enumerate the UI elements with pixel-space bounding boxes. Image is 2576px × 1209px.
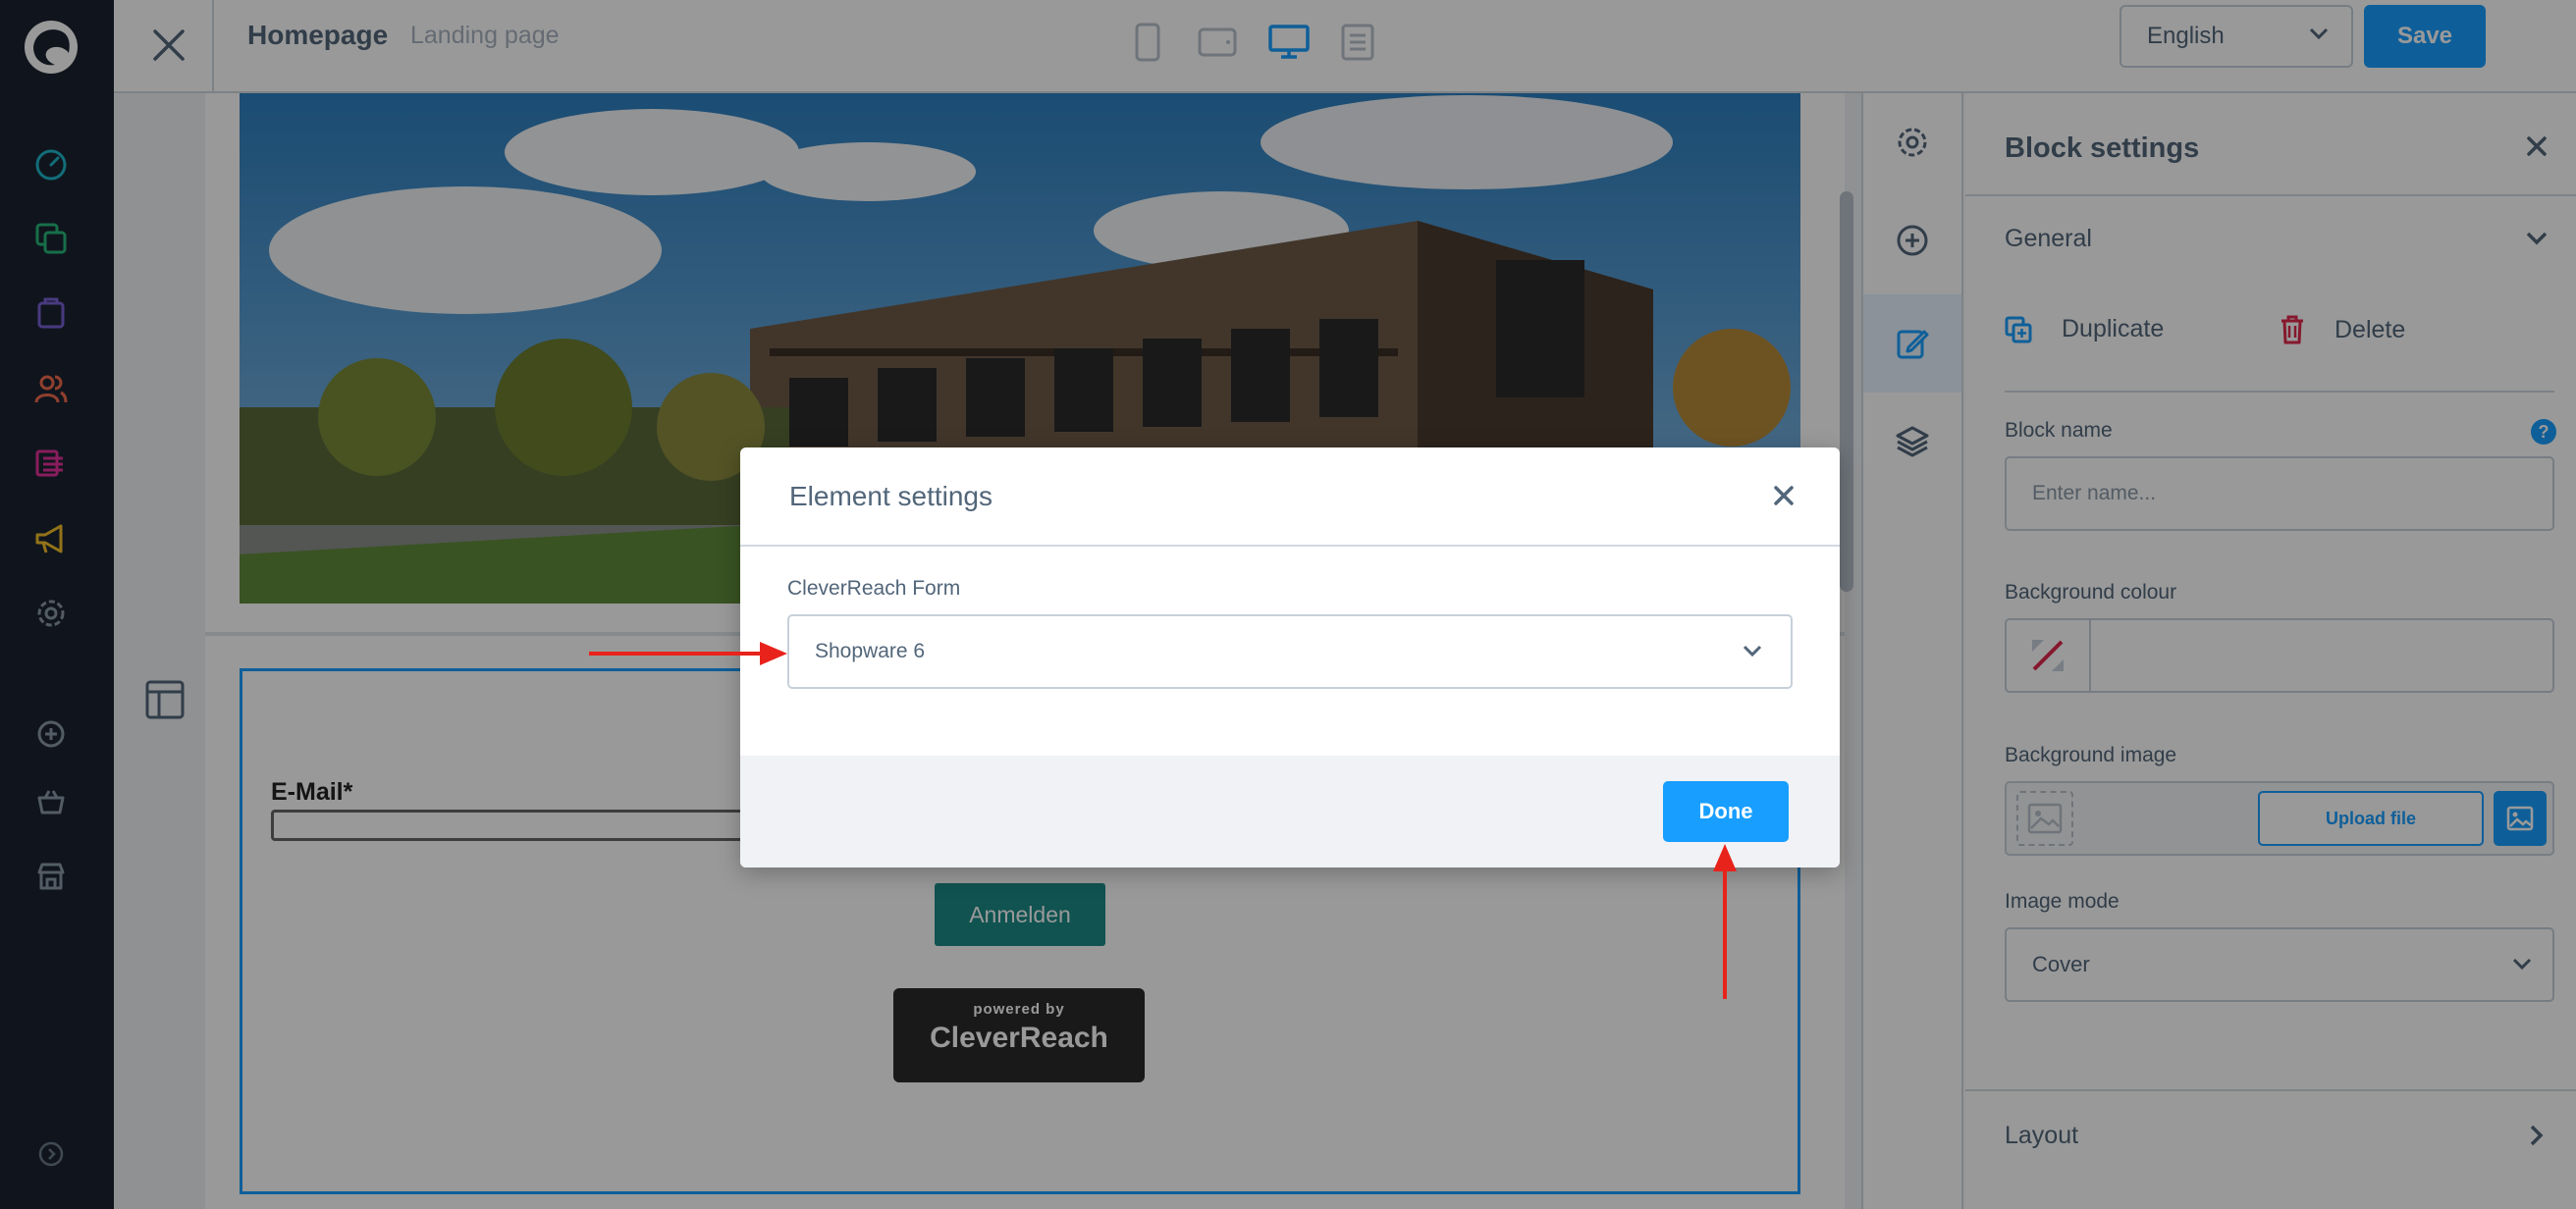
- cleverreach-form-label: CleverReach Form: [787, 577, 961, 600]
- element-settings-modal: Element settings CleverReach Form Shopwa…: [740, 447, 1840, 867]
- cleverreach-form-select[interactable]: Shopware 6: [787, 614, 1793, 689]
- modal-footer: Done: [740, 756, 1840, 867]
- close-modal-icon[interactable]: [1773, 485, 1795, 506]
- cleverreach-form-value: Shopware 6: [815, 640, 926, 662]
- chevron-down-icon: [1743, 645, 1762, 657]
- modal-title: Element settings: [789, 481, 993, 511]
- modal-divider: [740, 545, 1840, 547]
- done-button[interactable]: Done: [1663, 781, 1789, 842]
